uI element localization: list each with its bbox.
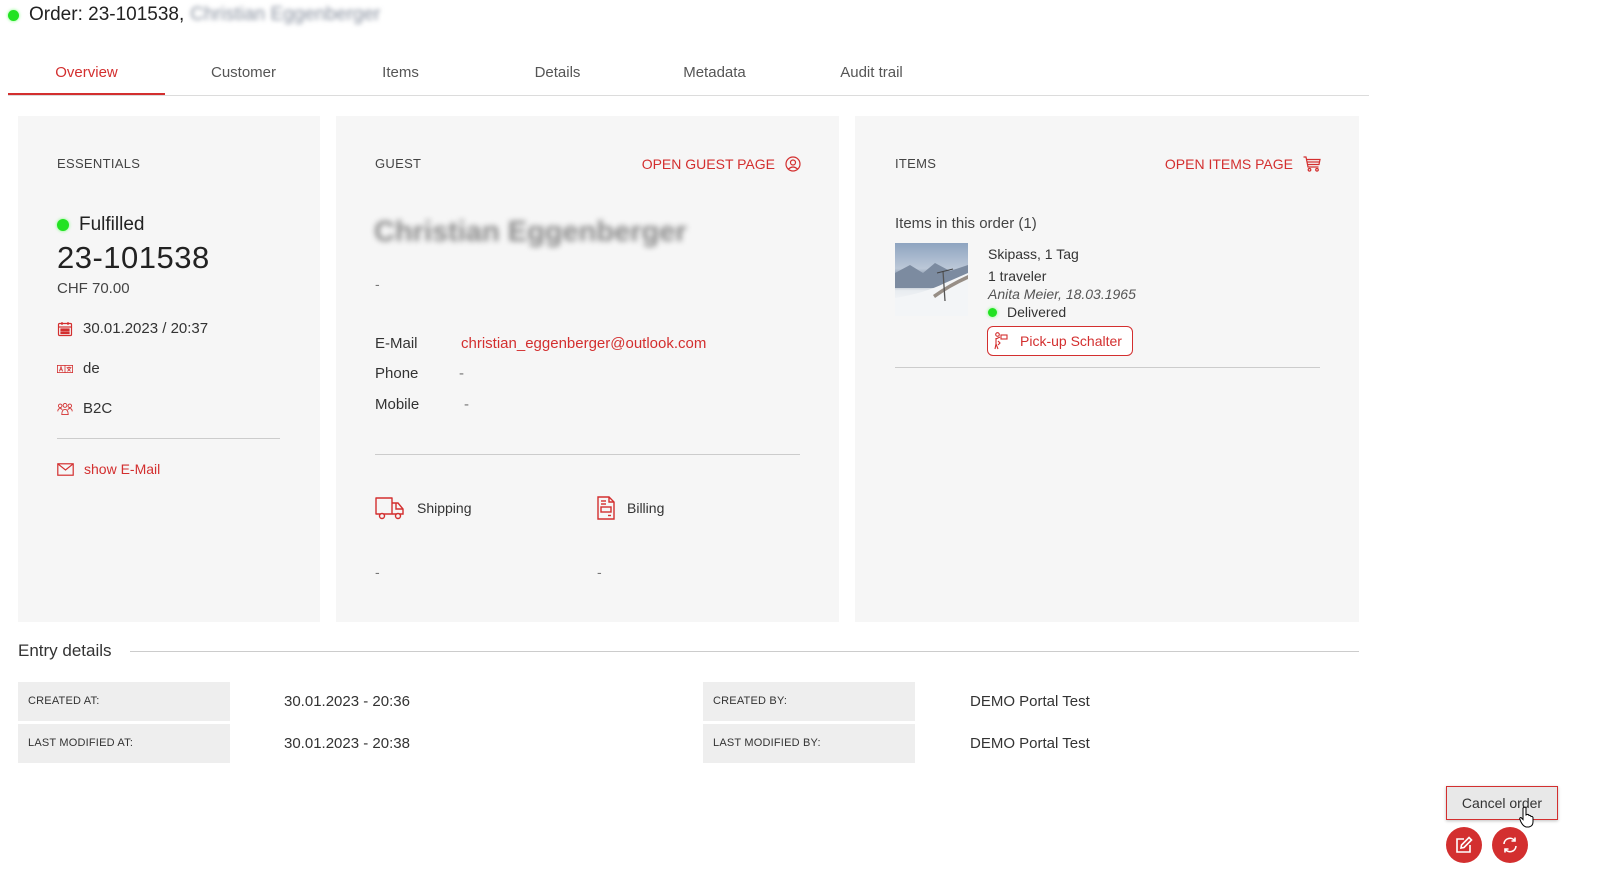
billing-label: Billing <box>627 500 665 516</box>
entry-details-heading: Entry details <box>18 641 112 660</box>
guest-mobile: - <box>464 396 469 413</box>
segment-row: B2C <box>57 400 112 417</box>
divider <box>130 651 1359 652</box>
open-items-page-label: OPEN ITEMS PAGE <box>1164 156 1293 172</box>
contact-label: E-Mail <box>375 335 418 352</box>
created-by-value: DEMO Portal Test <box>970 693 1090 710</box>
order-status-text: Fulfilled <box>79 214 145 235</box>
truck-icon <box>375 497 404 520</box>
order-date: 30.01.2023 / 20:37 <box>83 320 209 337</box>
order-status: Fulfilled <box>57 214 144 236</box>
tab-items[interactable]: Items <box>322 54 479 95</box>
billing-section: Billing <box>597 496 664 520</box>
pickup-label: Pick-up Schalter <box>1020 333 1122 349</box>
ski-slope-image <box>895 263 968 316</box>
created-at-value: 30.01.2023 - 20:36 <box>284 693 410 710</box>
shipping-section: Shipping <box>375 496 472 520</box>
items-card: ITEMS OPEN ITEMS PAGE Items in this orde… <box>855 116 1359 622</box>
shipping-value: - <box>375 564 380 580</box>
edit-button[interactable] <box>1446 827 1482 863</box>
tab-overview[interactable]: Overview <box>8 54 165 95</box>
billing-value: - <box>597 564 602 580</box>
items-count: Items in this order (1) <box>895 215 1037 232</box>
guest-card: GUEST OPEN GUEST PAGE Christian Eggenber… <box>336 116 839 622</box>
guest-heading: GUEST <box>375 156 422 171</box>
envelope-icon <box>57 462 74 476</box>
item-thumbnail <box>895 243 968 316</box>
divider <box>57 438 280 439</box>
status-dot <box>57 219 69 231</box>
tab-bar: Overview Customer Items Details Metadata… <box>8 54 1369 96</box>
pickup-counter-icon <box>994 332 1008 350</box>
show-email-link[interactable]: show E-Mail <box>57 461 160 477</box>
modified-by-value: DEMO Portal Test <box>970 735 1090 752</box>
contact-phone-row: Phone - <box>375 365 464 382</box>
guest-name-redacted: Christian Eggenberger <box>374 216 687 248</box>
mouse-cursor-hand <box>1519 806 1534 828</box>
items-heading: ITEMS <box>895 156 937 171</box>
item-travelers: 1 traveler <box>988 268 1047 284</box>
language-row: de <box>57 360 100 377</box>
divider <box>895 367 1320 368</box>
created-at-label: CREATED AT: <box>18 682 230 721</box>
order-number: 23-101538 <box>57 240 210 275</box>
shipping-label: Shipping <box>417 500 472 516</box>
calendar-icon <box>57 321 73 336</box>
guest-subtitle: - <box>375 276 380 292</box>
edit-icon <box>1456 836 1473 853</box>
modified-by-label: LAST MODIFIED BY: <box>703 724 915 763</box>
status-dot <box>988 307 997 317</box>
refresh-icon <box>1503 837 1517 853</box>
essentials-heading: ESSENTIALS <box>57 156 141 171</box>
item-name: Skipass, 1 Tag <box>988 246 1079 262</box>
show-email-label: show E-Mail <box>84 461 161 477</box>
pickup-location-button[interactable]: Pick-up Schalter <box>987 326 1133 356</box>
user-circle-icon <box>785 156 801 172</box>
cancel-order-button[interactable]: Cancel order <box>1446 786 1558 820</box>
essentials-card: ESSENTIALS Fulfilled 23-101538 CHF 70.00… <box>18 116 320 622</box>
open-guest-page-label: OPEN GUEST PAGE <box>641 156 775 172</box>
item-status: Delivered <box>988 302 1136 322</box>
language-icon <box>57 364 73 373</box>
tab-metadata[interactable]: Metadata <box>636 54 793 95</box>
contact-email-row: E-Mail christian_eggenberger@outlook.com <box>375 335 706 352</box>
modified-at-label: LAST MODIFIED AT: <box>18 724 230 763</box>
order-date-row: 30.01.2023 / 20:37 <box>57 320 208 337</box>
open-guest-page-link[interactable]: OPEN GUEST PAGE <box>642 156 801 172</box>
refresh-button[interactable] <box>1492 827 1528 863</box>
cart-icon <box>1303 156 1321 172</box>
open-items-page-link[interactable]: OPEN ITEMS PAGE <box>1165 156 1321 172</box>
contact-label: Phone <box>375 365 419 382</box>
order-title: Order: 23-101538, Christian Eggenberger <box>8 4 380 26</box>
guest-email-link[interactable]: christian_eggenberger@outlook.com <box>461 335 706 352</box>
item-traveler-detail: Anita Meier, 18.03.1965 <box>988 286 1136 302</box>
item-status-text: Delivered <box>1007 304 1067 320</box>
redacted-customer-name: Christian Eggenberger <box>190 4 381 25</box>
divider <box>375 454 800 455</box>
contact-mobile-row: Mobile - <box>375 396 469 413</box>
tab-customer[interactable]: Customer <box>165 54 322 95</box>
invoice-icon <box>597 496 615 520</box>
segment-value: B2C <box>83 400 113 417</box>
modified-at-value: 30.01.2023 - 20:38 <box>284 735 410 752</box>
created-by-label: CREATED BY: <box>703 682 915 721</box>
tab-details[interactable]: Details <box>479 54 636 95</box>
status-dot <box>8 9 19 21</box>
language-value: de <box>83 360 100 377</box>
contact-label: Mobile <box>375 396 420 413</box>
group-icon <box>57 402 73 415</box>
guest-phone: - <box>459 365 464 382</box>
item-details: Skipass, 1 Tag 1 traveler Anita Meier, 1… <box>988 244 1136 322</box>
order-title-text: Order: 23-101538, <box>29 4 185 25</box>
order-price: CHF 70.00 <box>57 280 130 297</box>
tab-audit-trail[interactable]: Audit trail <box>793 54 950 95</box>
